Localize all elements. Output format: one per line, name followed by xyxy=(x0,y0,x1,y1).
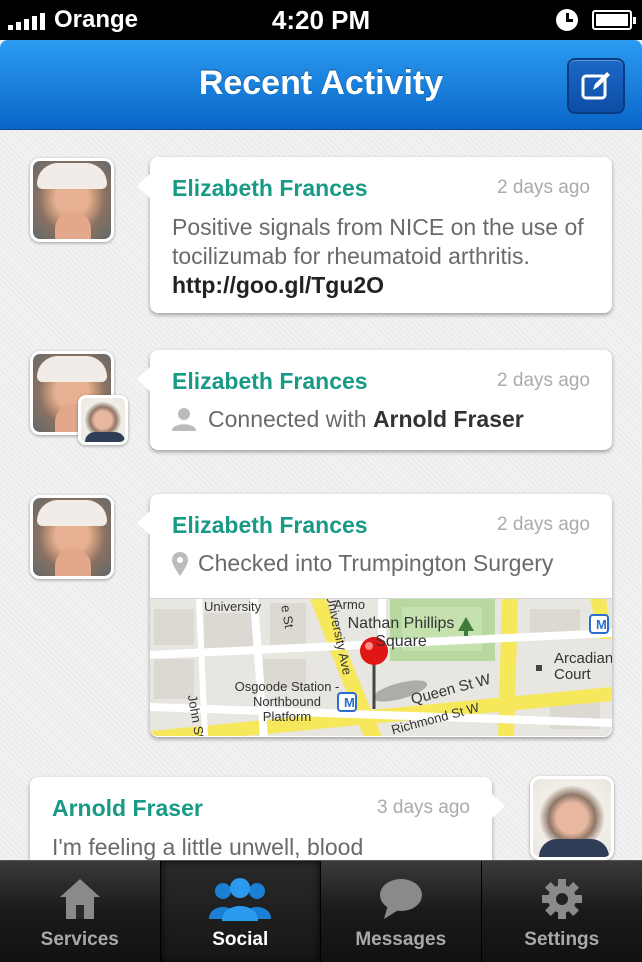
activity-card-post[interactable]: Arnold Fraser 3 days ago I'm feeling a l… xyxy=(30,777,505,860)
avatar-elizabeth-frances[interactable] xyxy=(30,495,114,579)
tab-label: Services xyxy=(40,929,119,950)
timestamp: 2 days ago xyxy=(497,514,590,535)
tab-label: Messages xyxy=(355,929,447,950)
post-link[interactable]: http://goo.gl/Tgu2O xyxy=(172,272,384,298)
compose-icon xyxy=(581,72,610,100)
navigation-bar: Recent Activity xyxy=(0,40,642,130)
author-name[interactable]: Elizabeth Frances xyxy=(172,368,368,395)
avatar-elizabeth-frances[interactable] xyxy=(30,158,114,242)
post-text: Positive signals from NICE on the use of… xyxy=(172,214,584,298)
map-label-osgoode-station: Osgoode Station - Northbound Platform xyxy=(234,679,340,724)
author-name[interactable]: Arnold Fraser xyxy=(52,795,203,822)
avatar-arnold-fraser[interactable] xyxy=(530,776,614,860)
author-name[interactable]: Elizabeth Frances xyxy=(172,175,368,202)
tab-label: Social xyxy=(212,929,269,950)
activity-card-connection[interactable]: Elizabeth Frances 2 days ago Connected w… xyxy=(137,350,612,450)
people-icon xyxy=(209,878,272,921)
tab-messages[interactable]: Messages xyxy=(321,861,482,962)
tab-label: Settings xyxy=(524,929,600,950)
location-pin-icon xyxy=(172,552,188,576)
location-map[interactable]: University Nathan Phillips Square Arcadi… xyxy=(150,598,612,736)
status-bar: Orange 4:20 PM xyxy=(0,0,642,40)
connection-text: Connected with Arnold Fraser xyxy=(208,406,524,432)
avatar-arnold-fraser-small[interactable] xyxy=(78,395,128,445)
timestamp: 2 days ago xyxy=(497,177,590,198)
metro-icon: M xyxy=(596,617,607,632)
status-time: 4:20 PM xyxy=(271,5,371,35)
map-label-university: University xyxy=(204,599,262,614)
tab-settings[interactable]: Settings xyxy=(482,861,642,962)
activity-card-checkin[interactable]: Elizabeth Frances 2 days ago Checked int… xyxy=(137,494,612,737)
tab-bar: Services Social Messages Settings xyxy=(0,860,642,962)
activity-card-post[interactable]: Elizabeth Frances 2 days ago Positive si… xyxy=(137,157,612,313)
tab-social[interactable]: Social xyxy=(160,861,321,962)
author-name[interactable]: Elizabeth Frances xyxy=(172,512,368,539)
tab-services[interactable]: Services xyxy=(0,861,161,962)
map-label-arcadian-court: Arcadian Court xyxy=(554,650,612,683)
checkin-text: Checked into Trumpington Surgery xyxy=(198,550,554,576)
house-icon xyxy=(59,879,100,919)
speech-bubble-icon xyxy=(379,879,422,919)
metro-icon: M xyxy=(344,695,355,710)
timestamp: 2 days ago xyxy=(497,370,590,391)
gear-icon xyxy=(541,879,582,919)
timestamp: 3 days ago xyxy=(377,797,470,818)
battery-icon xyxy=(592,10,636,30)
post-text: I'm feeling a little unwell, blood xyxy=(52,834,364,860)
map-label-nathan-phillips-square: Nathan Phillips Square xyxy=(347,615,455,650)
compose-button[interactable] xyxy=(567,58,625,114)
person-icon xyxy=(172,408,196,431)
page-title: Recent Activity xyxy=(198,64,444,102)
connected-person-link[interactable]: Arnold Fraser xyxy=(373,406,524,432)
map-label-armo: Armo xyxy=(334,598,366,612)
activity-feed[interactable]: Elizabeth Frances 2 days ago Positive si… xyxy=(0,130,642,860)
alarm-clock-icon xyxy=(556,9,578,31)
